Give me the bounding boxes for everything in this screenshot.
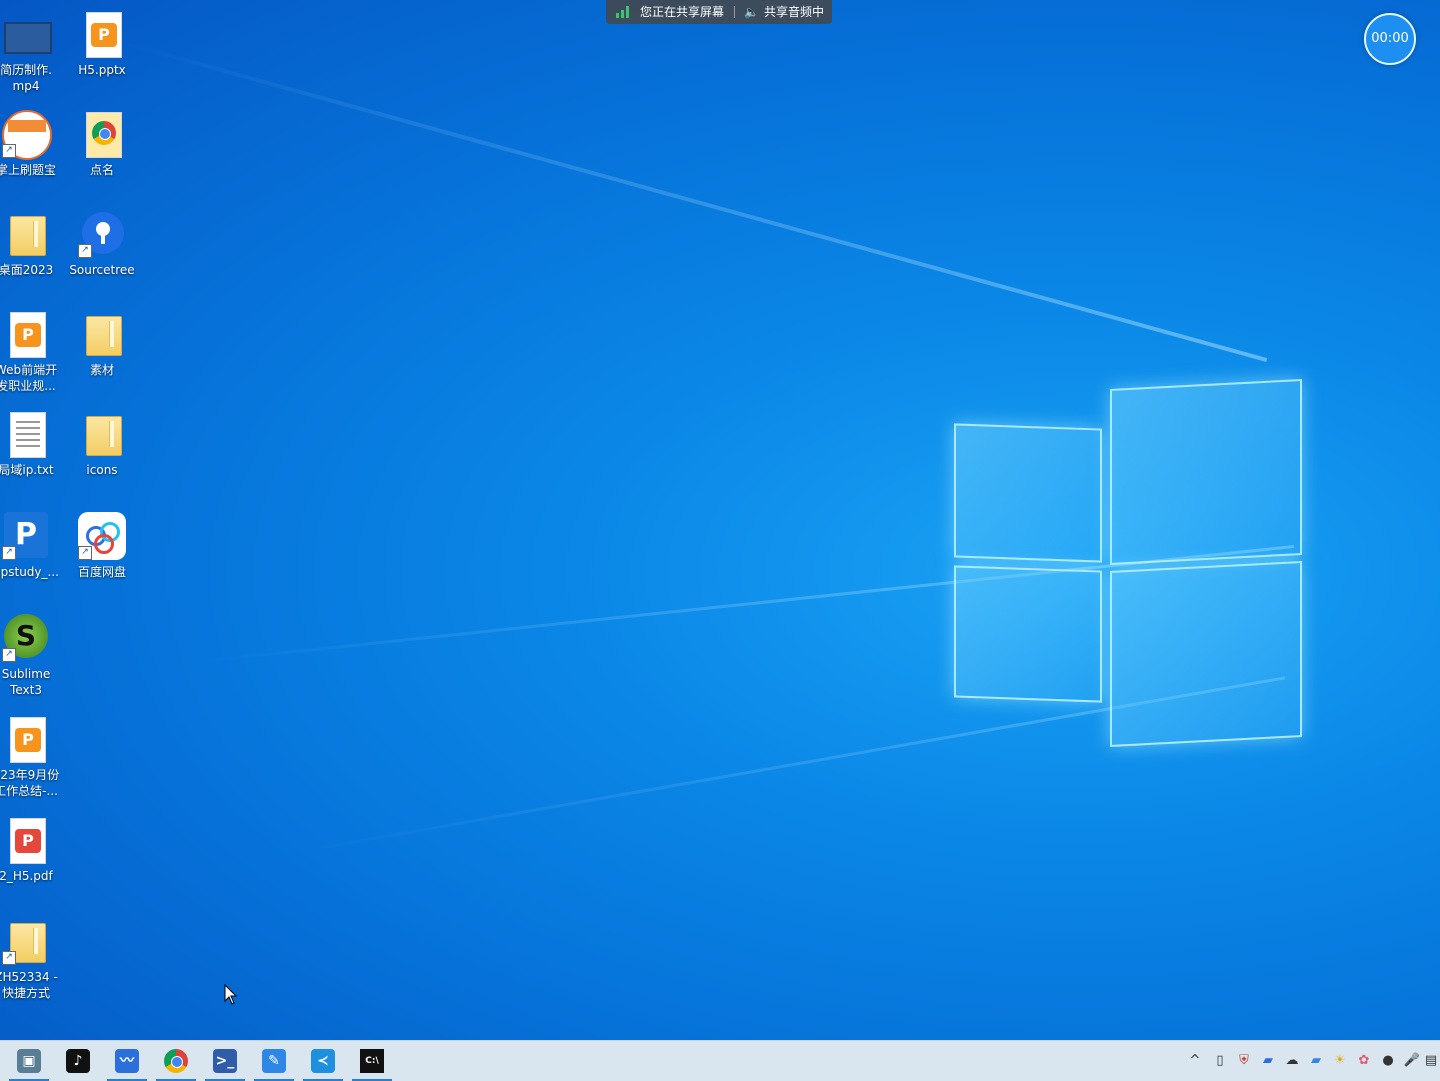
desktop-icon-phpstudy[interactable]: P↗ hpstudy_... bbox=[0, 512, 64, 580]
ppt-file-icon: P bbox=[86, 12, 122, 58]
pdf-file-icon: P bbox=[10, 818, 46, 864]
light-beam bbox=[119, 40, 1268, 362]
taskbar-file-explorer[interactable]: ▣ bbox=[5, 1041, 53, 1081]
desktop-icon-sublime-text[interactable]: S ↗ Sublime Text3 bbox=[0, 614, 64, 698]
recording-timer[interactable]: 00:00 bbox=[1364, 13, 1416, 65]
taskbar: ▣ ♪ 〰 >_ ✎ ≺ C:\ ^ ▯ ⛨ ▰ ☁ ▰ ☀ ✿ ● 🎤 ▤ bbox=[0, 1040, 1440, 1081]
app-tray-icon[interactable]: ✿ bbox=[1355, 1052, 1373, 1070]
divider bbox=[734, 6, 735, 18]
desktop-icon-resume-video[interactable]: 简历制作. mp4 bbox=[0, 10, 64, 94]
onedrive-offline-icon[interactable]: ☁ bbox=[1283, 1052, 1301, 1070]
chrome-icon bbox=[164, 1049, 188, 1073]
sharing-audio-label: 共享音频中 bbox=[764, 5, 825, 19]
ppt-file-icon: P bbox=[10, 717, 46, 763]
taskbar-tiktok[interactable]: ♪ bbox=[54, 1041, 102, 1081]
desktop-icon-lan-ip-txt[interactable]: 局域ip.txt bbox=[0, 410, 64, 478]
microphone-icon[interactable]: 🎤 bbox=[1403, 1052, 1421, 1070]
weather-tray-icon[interactable]: ☀ bbox=[1331, 1052, 1349, 1070]
taskbar-notes[interactable]: ✎ bbox=[250, 1041, 298, 1081]
notes-app-icon: ✎ bbox=[262, 1049, 286, 1073]
desktop-icon-web-career-plan[interactable]: P Web前端开 发职业规... bbox=[0, 310, 64, 394]
taskbar-vscode[interactable]: ≺ bbox=[299, 1041, 347, 1081]
taskbar-meeting[interactable]: 〰 bbox=[103, 1041, 151, 1081]
folder-icon bbox=[86, 316, 122, 356]
vscode-icon: ≺ bbox=[311, 1049, 335, 1073]
signal-bars-icon bbox=[616, 6, 630, 18]
mouse-cursor-icon bbox=[224, 984, 238, 1005]
desktop-icon-baidu-netdisk[interactable]: ↗ 百度网盘 bbox=[64, 512, 140, 580]
screen-share-bar[interactable]: 您正在共享屏幕 🔈 共享音频中 bbox=[606, 0, 832, 24]
desktop-icon-icons-folder[interactable]: icons bbox=[64, 410, 140, 478]
powershell-icon: >_ bbox=[213, 1049, 237, 1073]
usb-device-icon[interactable]: ▯ bbox=[1211, 1052, 1229, 1070]
meeting-tray-icon[interactable]: ▰ bbox=[1259, 1052, 1277, 1070]
desktop-icon-sourcetree[interactable]: ↗ Sourcetree bbox=[64, 210, 140, 278]
folder-icon bbox=[86, 416, 122, 456]
speaker-icon: 🔈 bbox=[744, 5, 759, 19]
desktop-icon-roll-call[interactable]: 点名 bbox=[64, 110, 140, 178]
taskbar-chrome[interactable] bbox=[152, 1041, 200, 1081]
desktop-icon-desktop-2023[interactable]: 桌面2023 bbox=[0, 210, 64, 278]
desktop-icon-zh52334-shortcut[interactable]: ↗ ZH52334 - 快捷方式 bbox=[0, 917, 64, 1001]
folder-icon bbox=[10, 216, 46, 256]
ppt-file-icon: P bbox=[10, 312, 46, 358]
notes-tray-icon[interactable]: ▰ bbox=[1307, 1052, 1325, 1070]
windows-logo bbox=[950, 378, 1310, 748]
show-hidden-icons-chevron[interactable]: ^ bbox=[1186, 1052, 1204, 1070]
desktop-icon-h5-pdf[interactable]: P 2_H5.pdf bbox=[0, 816, 64, 884]
desktop-icon-materials[interactable]: 素材 bbox=[64, 310, 140, 378]
security-shield-icon[interactable]: ⛨ bbox=[1235, 1052, 1253, 1070]
feishu-meeting-icon: 〰 bbox=[115, 1049, 139, 1073]
desktop-icon-quiz-app[interactable]: ↗ 掌上刷题宝 bbox=[0, 110, 64, 178]
notification-icon[interactable]: ▤ bbox=[1424, 1052, 1438, 1070]
desktop-icon-work-summary[interactable]: P 023年9月份 工作总结-... bbox=[0, 715, 64, 799]
desktop-background: 简历制作. mp4 P H5.pptx ↗ 掌上刷题宝 点名 桌面2023 ↗ … bbox=[0, 0, 1440, 1040]
video-file-icon bbox=[4, 22, 52, 54]
sharing-screen-label: 您正在共享屏幕 bbox=[640, 5, 725, 19]
file-explorer-icon: ▣ bbox=[17, 1049, 41, 1073]
qq-penguin-icon[interactable]: ● bbox=[1379, 1052, 1397, 1070]
taskbar-powershell[interactable]: >_ bbox=[201, 1041, 249, 1081]
chrome-file-icon bbox=[86, 112, 122, 158]
desktop-icon-h5-pptx[interactable]: P H5.pptx bbox=[64, 10, 140, 78]
taskbar-terminal[interactable]: C:\ bbox=[348, 1041, 396, 1081]
tiktok-icon: ♪ bbox=[66, 1049, 90, 1073]
text-file-icon bbox=[10, 412, 46, 458]
terminal-icon: C:\ bbox=[360, 1049, 384, 1073]
